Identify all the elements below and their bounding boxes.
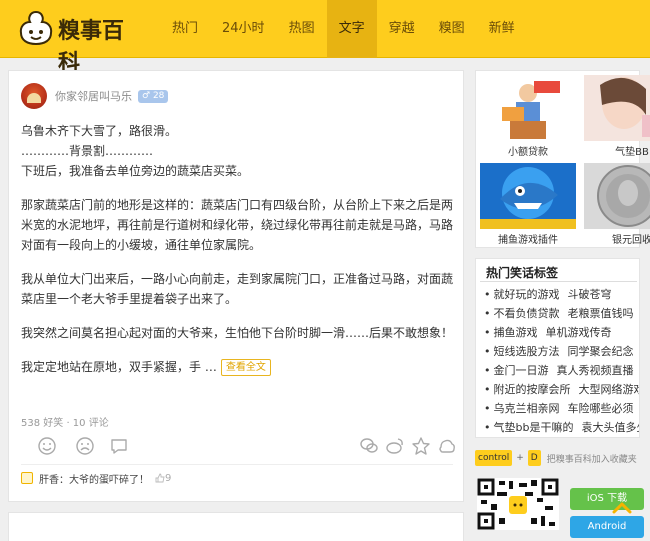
qq-share-icon[interactable] <box>437 436 457 456</box>
tag-row: • 就好玩的游戏 斗破苍穹 <box>484 288 612 301</box>
site-logo[interactable]: 糗事百科 <box>18 8 136 76</box>
avatar[interactable] <box>21 83 47 109</box>
nav-24h[interactable]: 24小时 <box>210 0 277 58</box>
post-card: 你家邻居叫马乐 ♂ 28 乌鲁木齐下大雪了，路很滑。 …………背景割………… 下… <box>8 70 464 502</box>
likes-count: 9 <box>165 472 172 484</box>
sidebar-ad-grid: 小额贷款 气垫BB 捕鱼游戏插件 银元回收 <box>475 70 650 248</box>
tag-row: • 乌克兰相亲网 车险哪些必须 <box>484 402 634 415</box>
tag-link[interactable]: 短线选股方法 <box>494 345 560 358</box>
hot-comment-text: 肝香：大爷的蛋吓碎了！ <box>39 474 149 486</box>
qiushi-mascot-icon <box>19 10 53 46</box>
nav-text[interactable]: 文字 <box>326 0 377 58</box>
tag-link[interactable]: 同学聚会纪念 <box>568 345 634 358</box>
hot-comment-likes: 9 <box>155 473 171 484</box>
last-line-text: 我定定地站在原地，双手紧握，手 … <box>21 360 217 374</box>
nav-hot-images[interactable]: 热图 <box>277 0 327 58</box>
ad-cushion-bb[interactable]: 气垫BB <box>581 72 650 158</box>
back-to-top-icon[interactable] <box>610 496 634 520</box>
frown-icon[interactable] <box>75 436 95 456</box>
main-nav: 热门 24小时 热图 文字 穿越 糗图 新鲜 <box>160 0 527 58</box>
content-paragraph: 我从单位大门出来后，一路小心向前走，走到家属院门口，正准备过马路，对面蔬菜店里一… <box>21 272 454 306</box>
smile-icon[interactable] <box>37 436 57 456</box>
key-d: D <box>527 450 541 466</box>
ad-silver-coin[interactable]: 银元回收 <box>581 160 650 246</box>
logo-text: 糗事百科 <box>58 19 125 76</box>
ad-image <box>584 75 650 141</box>
tag-row: •气垫bb是干嘛的袁大头值多少 <box>484 419 639 437</box>
tag-link[interactable]: 捕鱼游戏 <box>494 326 538 339</box>
post-actions <box>21 434 455 458</box>
tag-row: • 金门一日游 真人秀视频直播 <box>484 364 634 377</box>
tag-link[interactable]: 气垫bb是干嘛的 <box>494 421 574 434</box>
divider <box>480 281 637 282</box>
tag-link[interactable]: 单机游戏传奇 <box>546 326 612 339</box>
content-line: …………背景割………… <box>21 144 154 158</box>
ad-fishing-game[interactable]: 捕鱼游戏插件 <box>477 160 579 246</box>
ad-caption: 银元回收 <box>612 235 650 246</box>
thumb-up-icon <box>155 473 165 483</box>
qzone-share-icon[interactable] <box>411 436 431 456</box>
top-navbar: 糗事百科 热门 24小时 热图 文字 穿越 糗图 新鲜 <box>0 0 650 76</box>
comment-icon[interactable] <box>109 436 129 456</box>
app-qr-code-icon[interactable] <box>477 478 559 530</box>
ad-caption: 小额贷款 <box>508 147 548 158</box>
key-control: control <box>475 450 513 466</box>
tag-link[interactable]: 附近的按摩会所 <box>494 383 571 396</box>
ad-caption: 捕鱼游戏插件 <box>498 235 558 246</box>
tag-link[interactable]: 就好玩的游戏 <box>494 288 560 301</box>
divider <box>21 464 453 465</box>
tag-link[interactable]: 真人秀视频直播 <box>557 364 634 377</box>
tag-link[interactable]: 乌克兰相亲网 <box>494 402 560 415</box>
tag-row: • 不看负债贷款 老粮票值钱吗 <box>484 307 634 320</box>
ad-small-loan[interactable]: 小额贷款 <box>477 72 579 158</box>
tag-row: • 附近的按摩会所 大型网络游戏 <box>484 381 640 400</box>
nav-hot[interactable]: 热门 <box>160 0 210 58</box>
age-badge: ♂ 28 <box>138 89 169 103</box>
content-last-line: 我定定地站在原地，双手紧握，手 … 查看全文 <box>21 357 453 377</box>
ad-image <box>480 163 576 229</box>
tag-link[interactable]: 斗破苍穹 <box>568 288 612 301</box>
tag-link[interactable]: 大型网络游戏 <box>579 383 640 396</box>
content-line: 乌鲁木齐下大雪了，路很滑。 <box>21 124 178 138</box>
nav-funny-images[interactable]: 糗图 <box>427 0 477 58</box>
tag-link[interactable]: 袁大头值多少 <box>581 421 639 434</box>
bookmark-hint: control + D 把糗事百科加入收藏夹 <box>475 448 645 468</box>
hot-tags-panel: 热门笑话标签 • 就好玩的游戏 斗破苍穹 • 不看负债贷款 老粮票值钱吗 • 捕鱼游戏 单机… <box>475 258 640 438</box>
tag-link[interactable]: 老粮票值钱吗 <box>568 307 634 320</box>
read-more-button[interactable]: 查看全文 <box>220 359 271 376</box>
post-content[interactable]: 乌鲁木齐下大雪了，路很滑。 …………背景割………… 下班后，我准备去单位旁边的蔬… <box>21 121 453 377</box>
next-post-card <box>8 512 464 541</box>
content-paragraph: 那家蔬菜店门前的地形是这样的：蔬菜店门口有四级台阶，从台阶上下来之后是两米宽的水… <box>21 198 454 252</box>
nav-history[interactable]: 穿越 <box>377 0 427 58</box>
tag-link[interactable]: 车险哪些必须 <box>568 402 634 415</box>
ad-image <box>480 75 576 141</box>
hot-comment-badge-icon <box>21 472 33 484</box>
tag-link[interactable]: 不看负债贷款 <box>494 307 560 320</box>
ad-image <box>584 163 650 229</box>
tag-row: • 捕鱼游戏 单机游戏传奇 <box>484 326 612 339</box>
wechat-share-icon[interactable] <box>359 436 379 456</box>
weibo-share-icon[interactable] <box>385 436 405 456</box>
content-line: 下班后，我准备去单位旁边的蔬菜店买菜。 <box>21 164 250 178</box>
tag-link[interactable]: 金门一日游 <box>494 364 549 377</box>
plus-sign: + <box>516 453 524 463</box>
nav-fresh[interactable]: 新鲜 <box>477 0 527 58</box>
author-name[interactable]: 你家邻居叫马乐 <box>55 88 132 104</box>
tag-row: • 短线选股方法 同学聚会纪念 <box>484 345 634 358</box>
post-author[interactable]: 你家邻居叫马乐 ♂ 28 <box>21 83 169 109</box>
hot-comment[interactable]: 肝香：大爷的蛋吓碎了！ 9 <box>21 470 171 486</box>
age-value: 28 <box>152 90 165 101</box>
post-stats: 538 好笑 · 10 评论 <box>21 418 109 429</box>
bookmark-text: 把糗事百科加入收藏夹 <box>546 454 637 465</box>
content-paragraph: 我突然之间莫名担心起对面的大爷来，生怕他下台阶时脚一滑……后果不敢想象！ <box>21 326 454 340</box>
hot-tags-title: 热门笑话标签 <box>486 266 559 280</box>
ad-caption: 气垫BB <box>615 147 649 158</box>
